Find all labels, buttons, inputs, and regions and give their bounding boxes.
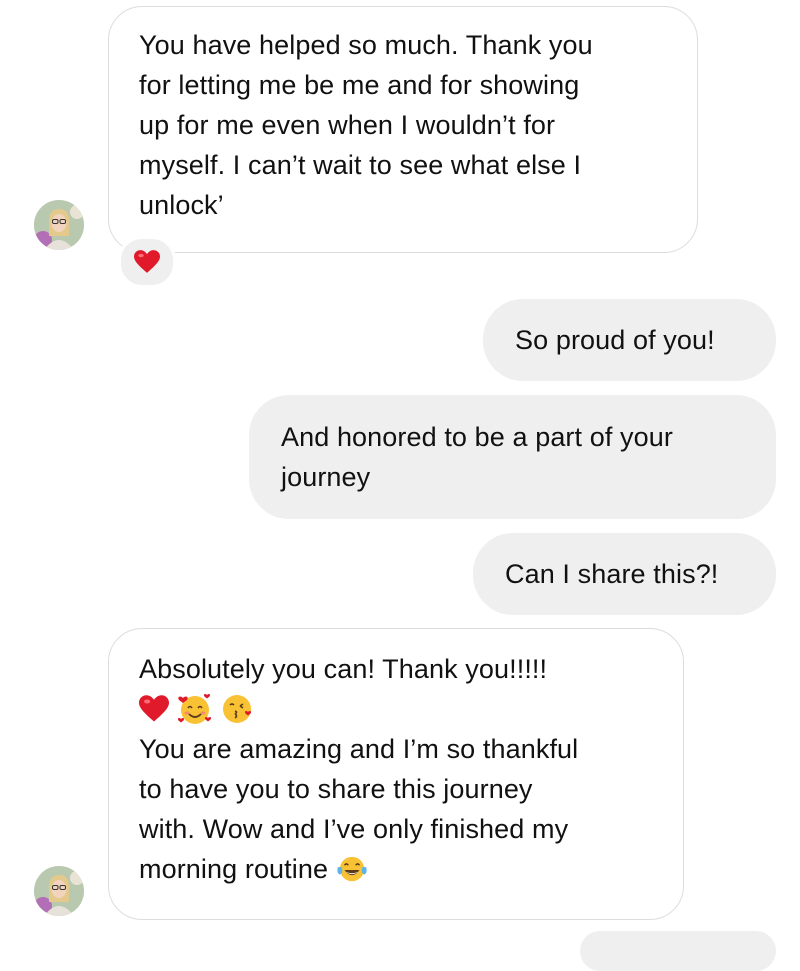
message-text-line: up for me even when I wouldn’t for [139, 110, 556, 140]
message-text-line: So proud of you! [515, 325, 715, 355]
outgoing-message-bubble[interactable]: Can I share this?! [473, 533, 776, 615]
outgoing-message-bubble[interactable]: And honored to be a part of your journey [249, 395, 776, 519]
message-text-line: unlock’ [139, 190, 224, 220]
contact-avatar[interactable] [34, 866, 84, 916]
smiling-face-with-hearts-icon [177, 694, 212, 724]
message-text-line: morning routine [139, 854, 329, 884]
message-text-line: Can I share this?! [505, 559, 719, 589]
emoji-row [139, 689, 659, 729]
message-text-line: journey [281, 462, 371, 492]
message-reaction[interactable] [118, 236, 176, 288]
message-text-line-with-emoji: morning routine [139, 849, 659, 889]
outgoing-message-bubble[interactable]: So proud of you! [483, 299, 776, 381]
avatar-photo [34, 866, 84, 916]
message-text-line: And honored to be a part of your [281, 422, 673, 452]
red-heart-icon [139, 695, 169, 722]
message-text-line: with. Wow and I’ve only finished my [139, 814, 569, 844]
message-text-line: myself. I can’t wait to see what else I [139, 150, 582, 180]
message-text-line: for letting me be me and for showing [139, 70, 580, 100]
red-heart-icon [134, 250, 160, 273]
face-with-tears-of-joy-icon [337, 856, 367, 882]
incoming-message-bubble[interactable]: Absolutely you can! Thank you!!!!! You a… [108, 628, 684, 920]
contact-avatar[interactable] [34, 200, 84, 250]
outgoing-message-bubble-partial[interactable] [580, 931, 776, 971]
face-blowing-kiss-icon [223, 695, 252, 723]
message-text-line: You are amazing and I’m so thankful [139, 734, 579, 764]
incoming-message-bubble[interactable]: You have helped so much. Thank you for l… [108, 6, 698, 253]
avatar-photo [34, 200, 84, 250]
message-text-line: to have you to share this journey [139, 774, 533, 804]
message-text-line: You have helped so much. Thank you [139, 30, 593, 60]
message-text-line: Absolutely you can! Thank you!!!!! [139, 654, 548, 684]
